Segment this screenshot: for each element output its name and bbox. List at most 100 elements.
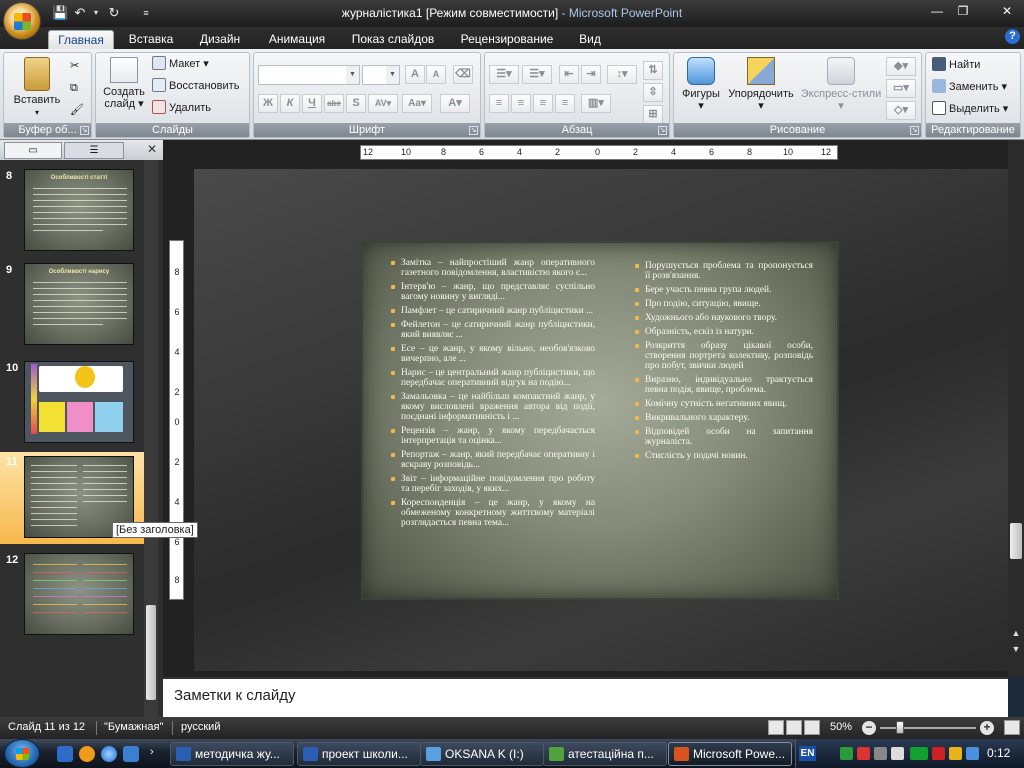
help-icon[interactable]: ? — [1005, 29, 1020, 44]
slide-thumbnail-row[interactable]: 10 — [0, 358, 144, 448]
reset-button[interactable]: Восстановить — [152, 77, 239, 95]
clock[interactable]: 0:12 — [987, 746, 1010, 760]
scrollbar-thumb[interactable] — [146, 605, 156, 700]
taskbar-item[interactable]: проект школи... — [297, 742, 421, 766]
shape-effects-icon[interactable]: ◇▾ — [886, 101, 916, 120]
scrollbar-thumb[interactable] — [1010, 523, 1022, 559]
language-bar[interactable]: EN — [799, 746, 816, 761]
internet-explorer-icon[interactable] — [101, 746, 117, 762]
clear-format-icon[interactable]: ⌫ — [453, 65, 473, 84]
justify-icon[interactable]: ≡ — [555, 94, 575, 113]
slide-thumbnail[interactable] — [24, 361, 134, 443]
zoom-slider-handle[interactable] — [896, 721, 904, 734]
shape-outline-icon[interactable]: ▭▾ — [886, 79, 916, 98]
taskbar-item[interactable]: методичка жу... — [170, 742, 294, 766]
tab-animation[interactable]: Анимация — [260, 30, 334, 49]
slide-sorter-icon[interactable] — [786, 720, 802, 735]
tray-icon[interactable] — [840, 747, 853, 760]
show-desktop-icon[interactable] — [123, 746, 139, 762]
zoom-slider[interactable] — [880, 727, 976, 729]
find-button[interactable]: Найти — [932, 56, 980, 74]
slide-thumbnail-row[interactable]: 9 Особливості нарису — [0, 260, 144, 350]
language-indicator[interactable]: русский — [181, 721, 220, 733]
font-color-icon[interactable]: A▾ — [440, 94, 470, 113]
notes-pane[interactable]: Заметки к слайду — [163, 677, 1008, 717]
clipboard-launcher-icon[interactable]: ↘ — [80, 126, 89, 135]
tray-icon[interactable] — [932, 747, 945, 760]
strikethrough-icon[interactable]: abc — [324, 94, 344, 113]
format-painter-icon[interactable]: 🖌 — [70, 101, 84, 119]
numbering-icon[interactable]: ☰▾ — [522, 65, 552, 84]
slide-thumbnail-row[interactable]: 12 — [0, 550, 144, 640]
previous-slide-icon[interactable]: ▲ — [1011, 628, 1021, 638]
bold-icon[interactable]: Ж — [258, 94, 278, 113]
tab-slide-show[interactable]: Показ слайдов — [344, 30, 442, 49]
text-direction-icon[interactable]: ⇅ — [643, 61, 663, 80]
grow-font-icon[interactable]: A — [405, 65, 425, 84]
next-slide-icon[interactable]: ▼ — [1011, 644, 1021, 654]
tray-icon[interactable] — [857, 747, 870, 760]
new-slide-button[interactable]: Создать слайд ▾ — [99, 57, 149, 110]
align-right-icon[interactable]: ≡ — [533, 94, 553, 113]
align-center-icon[interactable]: ≡ — [511, 94, 531, 113]
paste-button[interactable]: Вставить ▾ — [8, 57, 66, 119]
align-text-icon[interactable]: ⇳ — [643, 83, 663, 102]
tray-icon[interactable] — [874, 747, 887, 760]
close-button[interactable]: ✕ — [994, 2, 1020, 20]
restore-button[interactable]: ❐ — [950, 2, 976, 20]
slides-tab[interactable]: ▭ — [4, 142, 62, 159]
underline-icon[interactable]: Ч — [302, 94, 322, 113]
slides-panel-scrollbar[interactable] — [144, 160, 158, 717]
quick-styles-button[interactable]: Экспресс-стили ▾ — [800, 57, 882, 112]
tab-review[interactable]: Рецензирование — [452, 30, 562, 49]
bullets-icon[interactable]: ☰▾ — [489, 65, 519, 84]
normal-view-icon[interactable] — [768, 720, 784, 735]
zoom-level[interactable]: 50% — [830, 721, 852, 733]
zoom-out-icon[interactable]: − — [862, 721, 876, 735]
font-size-combo[interactable]: ▼ — [362, 65, 400, 85]
outline-tab[interactable]: ☰ — [64, 142, 124, 159]
taskbar-item[interactable]: атестаційна п... — [543, 742, 667, 766]
minimize-button[interactable]: — — [924, 2, 950, 20]
shrink-font-icon[interactable]: A — [426, 65, 446, 84]
tab-insert[interactable]: Вставка — [122, 30, 180, 49]
slide-thumbnail[interactable] — [24, 553, 134, 635]
office-button[interactable] — [3, 2, 41, 40]
main-vertical-scrollbar[interactable]: ▲ ▼ — [1008, 140, 1024, 677]
close-panel-icon[interactable]: ✕ — [147, 142, 157, 156]
slide-thumbnail[interactable]: Особливості статті — [24, 169, 134, 251]
quick-launch-icon[interactable] — [57, 746, 73, 762]
shapes-button[interactable]: Фигуры ▾ — [678, 57, 724, 112]
left-text-box[interactable]: Замітка – найпростіший жанр оперативного… — [389, 258, 595, 532]
tab-view[interactable]: Вид — [572, 30, 608, 49]
zoom-in-icon[interactable]: + — [980, 721, 994, 735]
chevron-right-icon[interactable]: › — [150, 746, 160, 762]
start-button[interactable] — [4, 739, 40, 768]
char-spacing-icon[interactable]: AV▾ — [368, 94, 398, 113]
shape-fill-icon[interactable]: ◆▾ — [886, 57, 916, 76]
right-text-box[interactable]: Порушується проблема та пропонується її … — [633, 261, 813, 465]
slide-thumbnail-row[interactable]: 8 Особливості статті — [0, 166, 144, 256]
italic-icon[interactable]: К — [280, 94, 300, 113]
decrease-indent-icon[interactable]: ⇤ — [559, 65, 579, 84]
tab-home[interactable]: Главная — [48, 30, 114, 49]
tray-icon[interactable] — [949, 747, 962, 760]
increase-indent-icon[interactable]: ⇥ — [581, 65, 601, 84]
slide-thumbnail[interactable]: Особливості нарису — [24, 263, 134, 345]
layout-button[interactable]: Макет ▾ — [152, 55, 209, 73]
font-family-combo[interactable]: ▼ — [258, 65, 360, 85]
volume-icon[interactable] — [966, 747, 979, 760]
replace-button[interactable]: Заменить ▾ — [932, 78, 1007, 96]
fit-to-window-icon[interactable] — [1004, 720, 1020, 735]
taskbar-item[interactable]: OKSANA K (I:) — [420, 742, 544, 766]
select-button[interactable]: Выделить ▾ — [932, 100, 1008, 118]
tray-icon[interactable] — [910, 747, 928, 760]
quick-launch-icon[interactable] — [79, 746, 95, 762]
tab-design[interactable]: Дизайн — [190, 30, 250, 49]
cut-icon[interactable]: ✂ — [70, 57, 79, 75]
change-case-icon[interactable]: Aa▾ — [402, 94, 432, 113]
columns-icon[interactable]: ▥▾ — [581, 94, 611, 113]
delete-slide-button[interactable]: Удалить — [152, 99, 211, 117]
slide-show-icon[interactable] — [804, 720, 820, 735]
font-launcher-icon[interactable]: ↘ — [469, 126, 478, 135]
